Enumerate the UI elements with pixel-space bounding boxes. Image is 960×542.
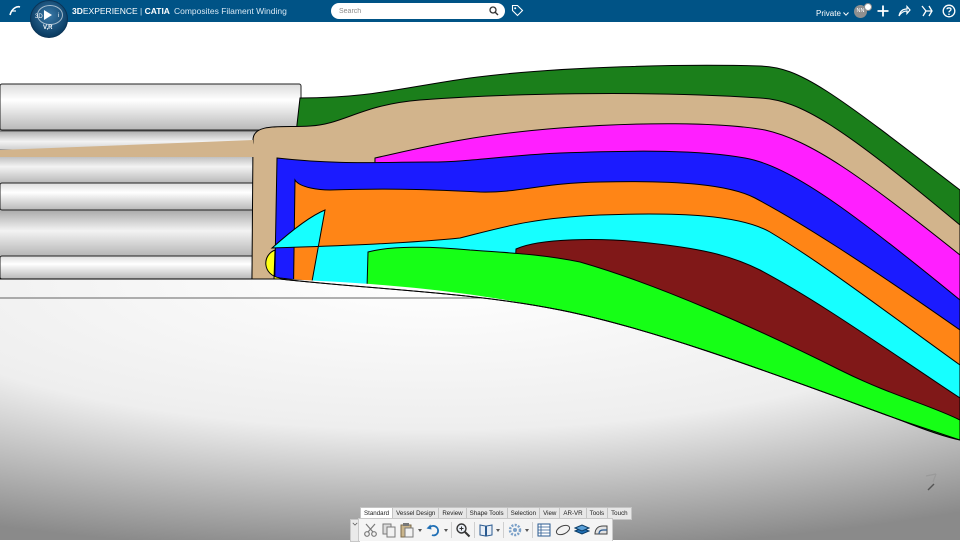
app-name: CATIA [144,6,170,16]
toolbar-separator [474,522,475,538]
toolbar-separator [503,522,504,538]
app-role: Composites Filament Winding [173,6,287,16]
ellipse-icon[interactable] [555,522,571,538]
tag-icon[interactable] [511,4,524,17]
book-icon[interactable] [478,522,494,538]
brand-experience: EXPERIENCE [82,6,138,16]
toolbar-separator [451,522,452,538]
chevron-down-icon[interactable] [843,12,849,16]
gear-icon[interactable] [507,522,523,538]
collab-space-label[interactable]: Private [816,9,841,18]
table-icon[interactable] [536,522,552,538]
3d-viewport[interactable] [0,22,960,540]
chevron-down-icon[interactable] [525,529,529,532]
help-icon[interactable] [942,4,956,18]
compass-vr-label: V,R [43,25,53,31]
avatar-status-dot [864,3,872,11]
action-bar: Standard Vessel Design Review Shape Tool… [358,507,632,541]
compass-widget[interactable]: 3D i V,R [30,0,68,38]
add-icon[interactable] [876,4,890,18]
composite-layup-section[interactable] [0,22,960,540]
search-box[interactable] [331,3,505,19]
ds-logo-icon[interactable] [8,4,22,18]
layers-icon[interactable] [574,522,590,538]
app-title: 3DEXPERIENCE | CATIA Composites Filament … [72,6,287,16]
action-bar-tools [358,518,613,541]
compass-3d-label: 3D [35,14,43,20]
undo-icon[interactable] [425,522,441,538]
search-input[interactable] [339,5,479,17]
title-separator: | [137,6,145,16]
play-icon[interactable] [44,10,52,20]
chevron-down-icon[interactable] [418,529,422,532]
axis-triad-icon[interactable] [922,470,944,492]
share-icon[interactable] [897,4,911,18]
brand-3d: 3D [72,6,83,16]
vessel-icon[interactable] [593,522,609,538]
search-icon[interactable] [489,6,499,16]
zoom-icon[interactable] [455,522,471,538]
paste-icon[interactable] [399,522,415,538]
top-bar: 3DEXPERIENCE | CATIA Composites Filament … [0,0,960,22]
toolbar-separator [532,522,533,538]
copy-icon[interactable] [381,522,397,538]
cut-icon[interactable] [363,522,379,538]
boss-flange-bottom [0,255,276,280]
chevron-down-icon[interactable] [444,529,448,532]
compass-info-label: i [58,13,60,19]
community-icon[interactable] [920,4,934,18]
boss-flange-top [0,83,302,131]
chevron-down-icon[interactable] [496,529,500,532]
